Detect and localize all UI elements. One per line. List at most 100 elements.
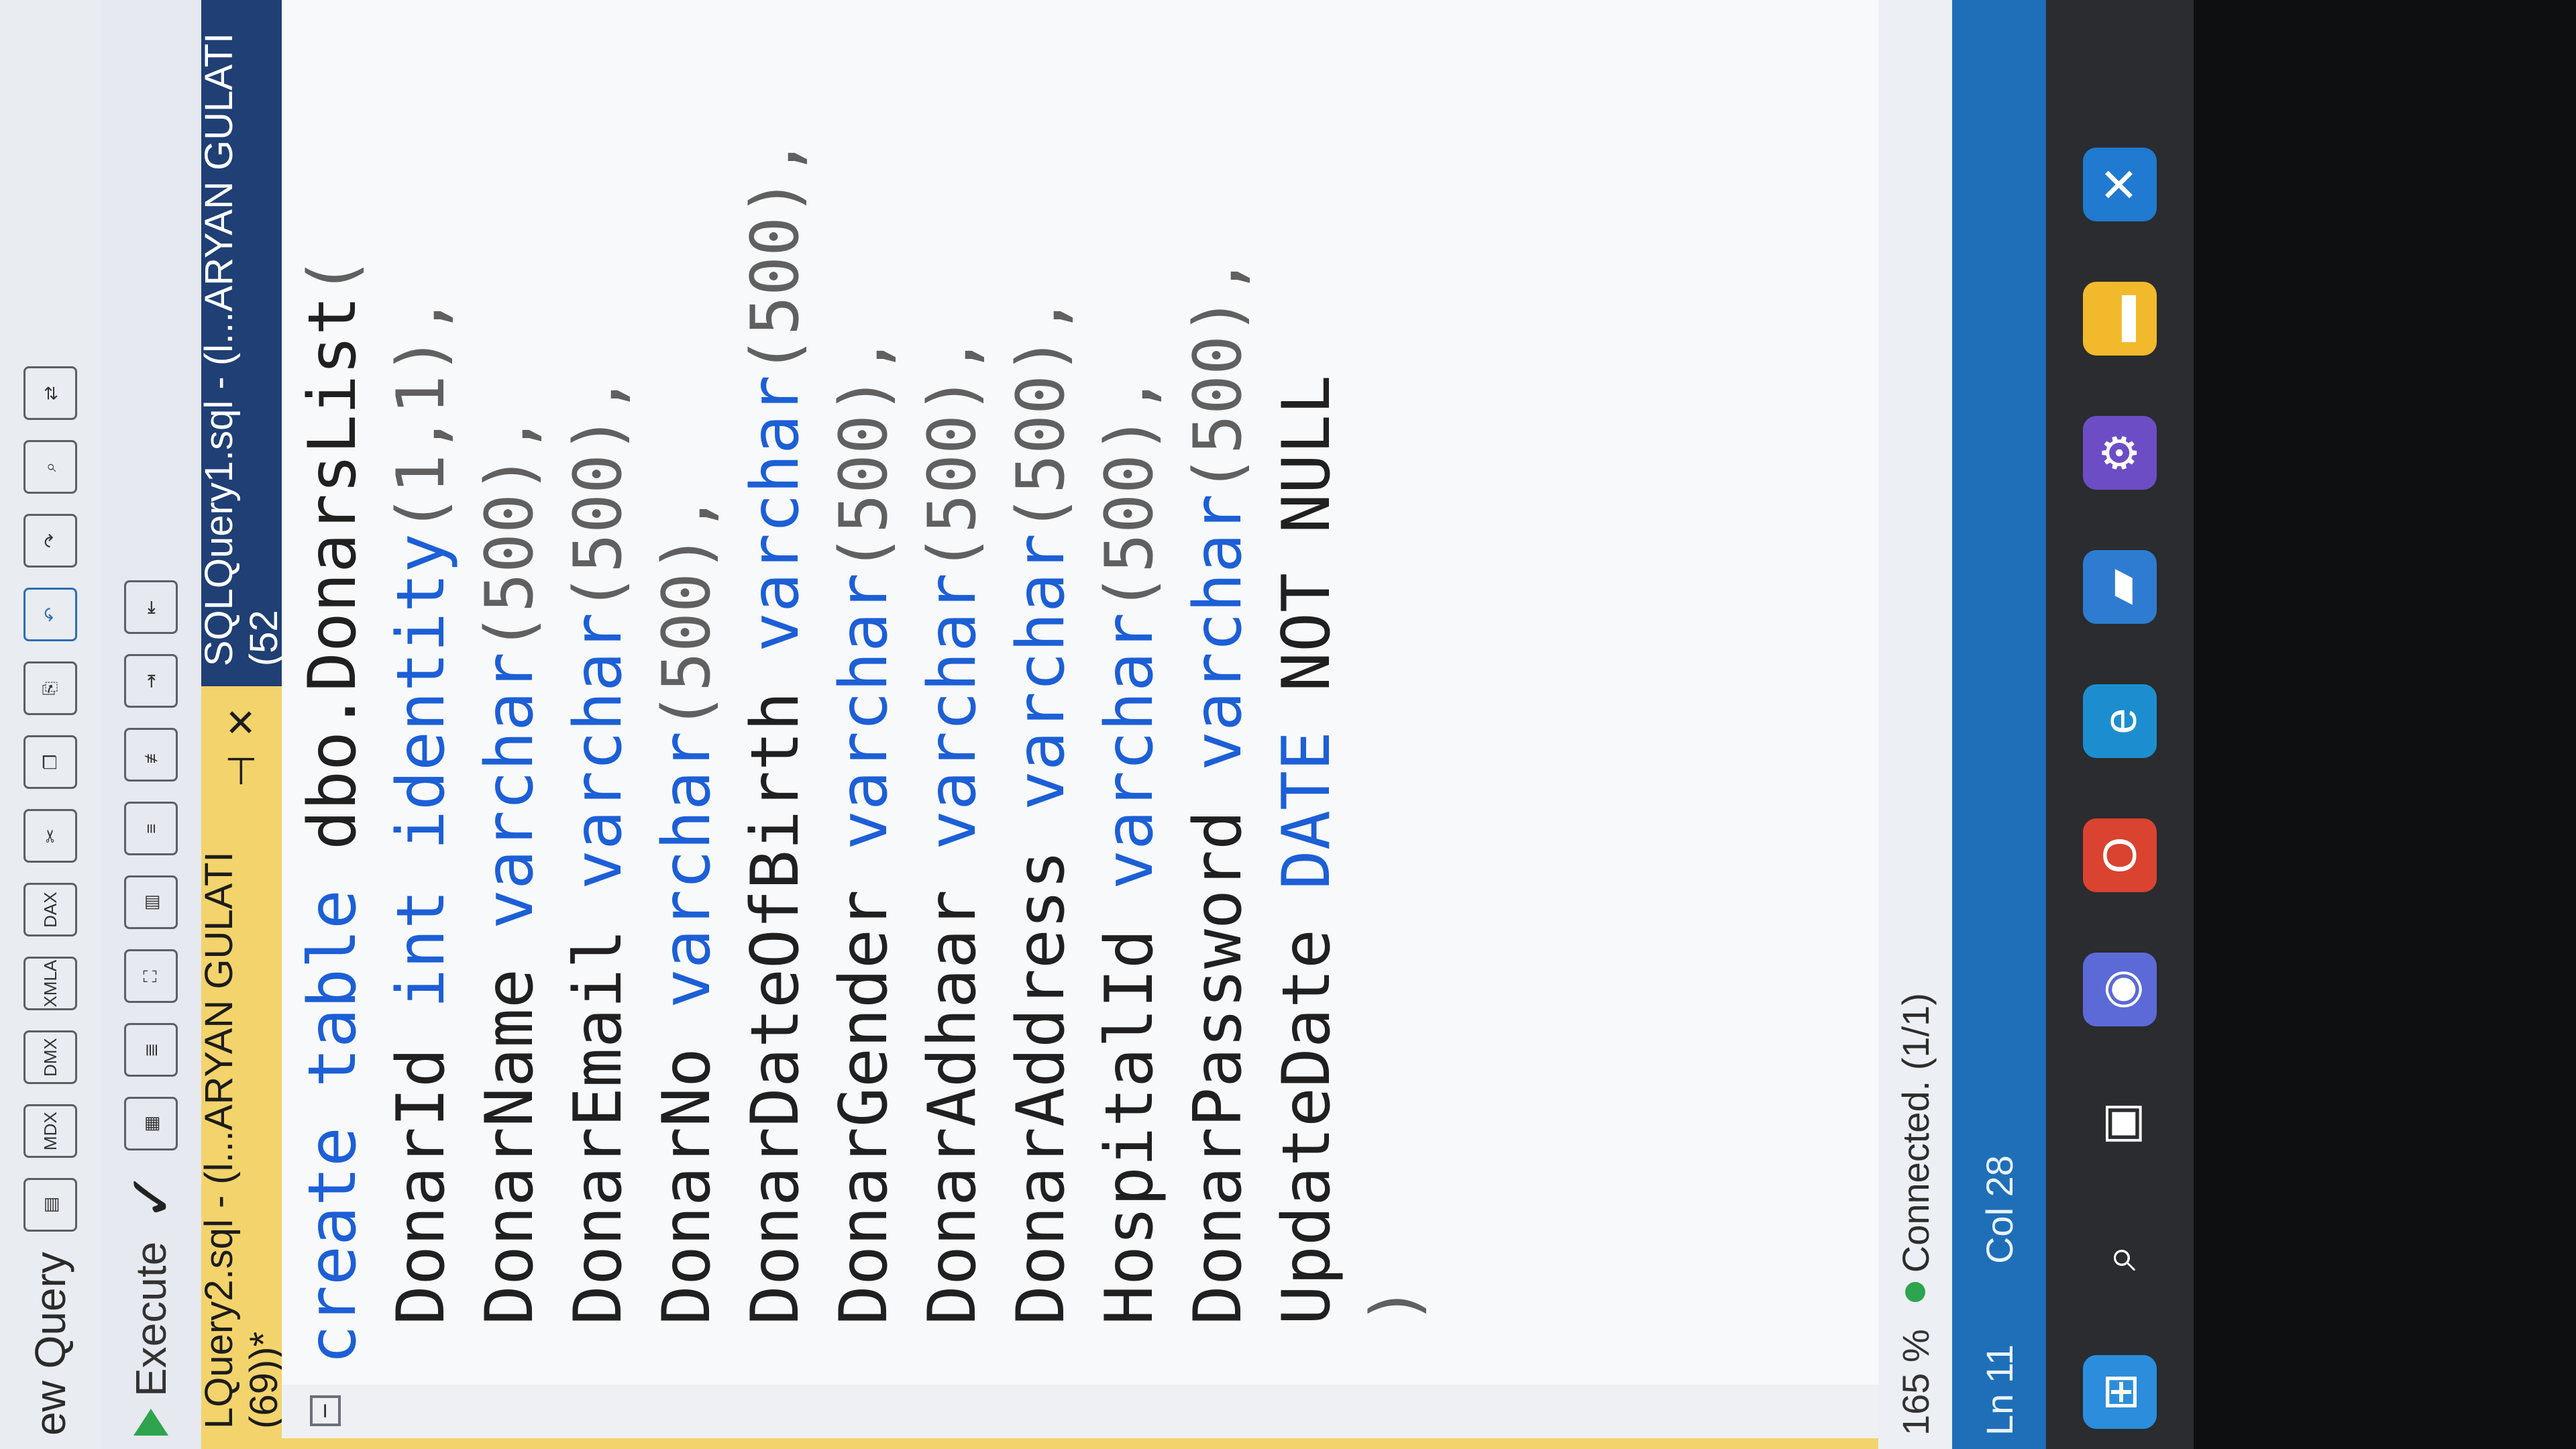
new-query-button[interactable]: ew Query [25,1252,75,1436]
sql-punctuation: (500), [649,493,725,731]
code-line[interactable]: HospitalId varchar(500), [1085,138,1174,1364]
sql-keyword: varchar [560,612,637,890]
code-line[interactable]: DonarAdhaar varchar(500), [908,138,997,1364]
ssms-window: ew Query ▤ MDX DMX XMLA DAX ✂ ❐ ⎘ ↶ ↷ ⌕ … [0,0,2576,1449]
code-line[interactable]: DonarId int identity(1,1), [377,138,466,1364]
zoom-level[interactable]: 165 % [1894,1329,1937,1436]
undo-icon[interactable]: ↶ [23,588,77,642]
explorer-icon[interactable]: ▬ [2083,282,2157,356]
close-icon[interactable]: ✕ [219,706,264,738]
monitor-bezel [2194,0,2576,1449]
results-grid-icon[interactable]: ▦ [124,1097,178,1151]
edge-icon[interactable]: e [2083,684,2157,758]
sql-punctuation: (500), [472,414,548,652]
sql-keyword: int identity [383,533,460,1008]
sql-keyword: DATE [1269,731,1345,890]
sql-punctuation: (500), [737,137,814,375]
sql-identifier: DonarAdhaar [914,849,991,1364]
tab-query1[interactable]: SQLQuery1.sql - (l...ARYAN GULATI (52 [197,0,286,686]
sql-keyword: varchar [826,572,902,850]
sql-keyword: varchar [1091,612,1168,890]
sql-identifier: dbo.DonarsList [294,295,371,850]
editor-footer: 165 % Connected. (1/1) [1878,0,1952,1449]
copy-icon[interactable]: ❐ [23,735,77,790]
line-number: Ln 11 [1978,1344,2021,1436]
rotated-screen: ew Query ▤ MDX DMX XMLA DAX ✂ ❐ ⎘ ↶ ↷ ⌕ … [0,0,2576,1449]
dmx-icon[interactable]: DMX [23,1030,77,1085]
chat-icon[interactable]: ◉ [2083,953,2157,1026]
document-tabs: LQuery2.sql - (l...ARYAN GULATI (69))* ⊣… [197,0,286,1449]
execute-label: Execute [127,1241,175,1397]
sql-keyword: create table [294,849,371,1364]
dax-icon[interactable]: DAX [23,883,77,937]
stats-icon[interactable]: ▥ [124,875,178,930]
sql-punctuation: (500), [826,335,902,573]
outdent-icon[interactable]: ⇤ [124,580,178,635]
code-line[interactable]: create table dbo.DonarsList( [288,138,377,1364]
connection-text: Connected. (1/1) [1894,993,1937,1273]
play-icon [133,1409,168,1436]
office-icon[interactable]: O [2083,818,2157,892]
sql-punctuation: (500), [560,374,637,612]
column-number: Col 28 [1978,1155,2021,1265]
paste-icon[interactable]: ⎘ [23,661,77,716]
xmla-icon[interactable]: XMLA [23,957,77,1011]
search-icon[interactable]: ⌕ [23,440,77,494]
sql-identifier: DonarDateOfBirth [737,651,814,1364]
code-line[interactable]: ) [1351,138,1440,1364]
sql-keyword: varchar [649,731,725,1008]
sql-identifier: HospitalId [1091,889,1168,1364]
code-line[interactable]: DonarNo varchar(500), [643,138,731,1364]
sql-punctuation: (500), [1091,374,1168,612]
pin-icon[interactable]: ⊣ [219,755,264,788]
collapse-icon[interactable]: − [310,1395,341,1426]
sql-identifier: DonarNo [649,1008,725,1364]
plan-icon[interactable]: ⛶ [124,949,178,1004]
code-line[interactable]: DonarDateOfBirth varchar(500), [731,138,820,1364]
code-area[interactable]: create table dbo.DonarsList( DonarId int… [288,138,1440,1364]
cut-icon[interactable]: ✂ [23,809,77,863]
status-bar: Ln 11 Col 28 [1952,0,2046,1449]
mdx-icon[interactable]: MDX [23,1104,77,1159]
toolbar-top: ew Query ▤ MDX DMX XMLA DAX ✂ ❐ ⎘ ↶ ↷ ⌕ … [0,0,101,1449]
sql-punctuation: (1,1), [383,295,460,533]
parse-check-icon[interactable]: ✓ [116,1171,186,1221]
task-view-icon[interactable]: ▣ [2083,1087,2157,1161]
execute-button[interactable]: Execute [126,1242,176,1436]
connected-icon [1905,1282,1925,1303]
store-icon[interactable]: ▰ [2083,550,2157,624]
vscode-icon[interactable]: ✕ [2083,148,2157,221]
sql-identifier: DonarName [472,928,548,1364]
redo-icon[interactable]: ↷ [23,514,77,568]
tab-label: LQuery2.sql - (l...ARYAN GULATI (69))* [197,851,286,1429]
windows-start-icon[interactable]: ⊞ [2083,1355,2157,1429]
code-line[interactable]: DonarEmail varchar(500), [554,138,643,1364]
sql-keyword: varchar [914,572,991,850]
sql-keyword: varchar [737,374,814,652]
settings-icon[interactable]: ⚙ [2083,416,2157,490]
code-line[interactable]: DonarGender varchar(500), [820,138,908,1364]
sql-keyword: varchar [1003,533,1079,810]
indent-icon[interactable]: ⇥ [124,654,178,708]
query-icon[interactable]: ▤ [23,1178,77,1232]
sql-keyword: varchar [1180,493,1256,771]
sql-punctuation: (500), [1003,295,1079,533]
code-line[interactable]: DonarPassword varchar(500), [1174,138,1263,1364]
tab-query2[interactable]: LQuery2.sql - (l...ARYAN GULATI (69))* ⊣… [197,686,286,1449]
sql-punctuation: (500), [1180,256,1256,494]
sql-identifier: DonarAddress [1003,810,1079,1364]
replace-icon[interactable]: ⇄ [23,366,77,421]
sql-editor[interactable]: − create table dbo.DonarsList( DonarId i… [282,0,1878,1449]
comment-icon[interactable]: ≡ [124,802,178,856]
search-icon[interactable]: ⌕ [2083,1221,2157,1295]
code-line[interactable]: UpdateDate DATE NOT NULL [1263,138,1351,1364]
uncomment-icon[interactable]: ≢ [124,728,178,782]
sql-identifier: DonarId [383,1008,460,1364]
sql-punctuation: ( [294,256,371,296]
connection-status: Connected. (1/1) [1894,993,1937,1303]
code-line[interactable]: DonarAddress varchar(500), [997,138,1085,1364]
code-line[interactable]: DonarName varchar(500), [466,138,554,1364]
results-text-icon[interactable]: ≣ [124,1023,178,1077]
sql-identifier: NOT NULL [1269,374,1345,731]
toolbar-query: Execute ✓ ▦ ≣ ⛶ ▥ ≡ ≢ ⇥ ⇤ [101,0,201,1449]
